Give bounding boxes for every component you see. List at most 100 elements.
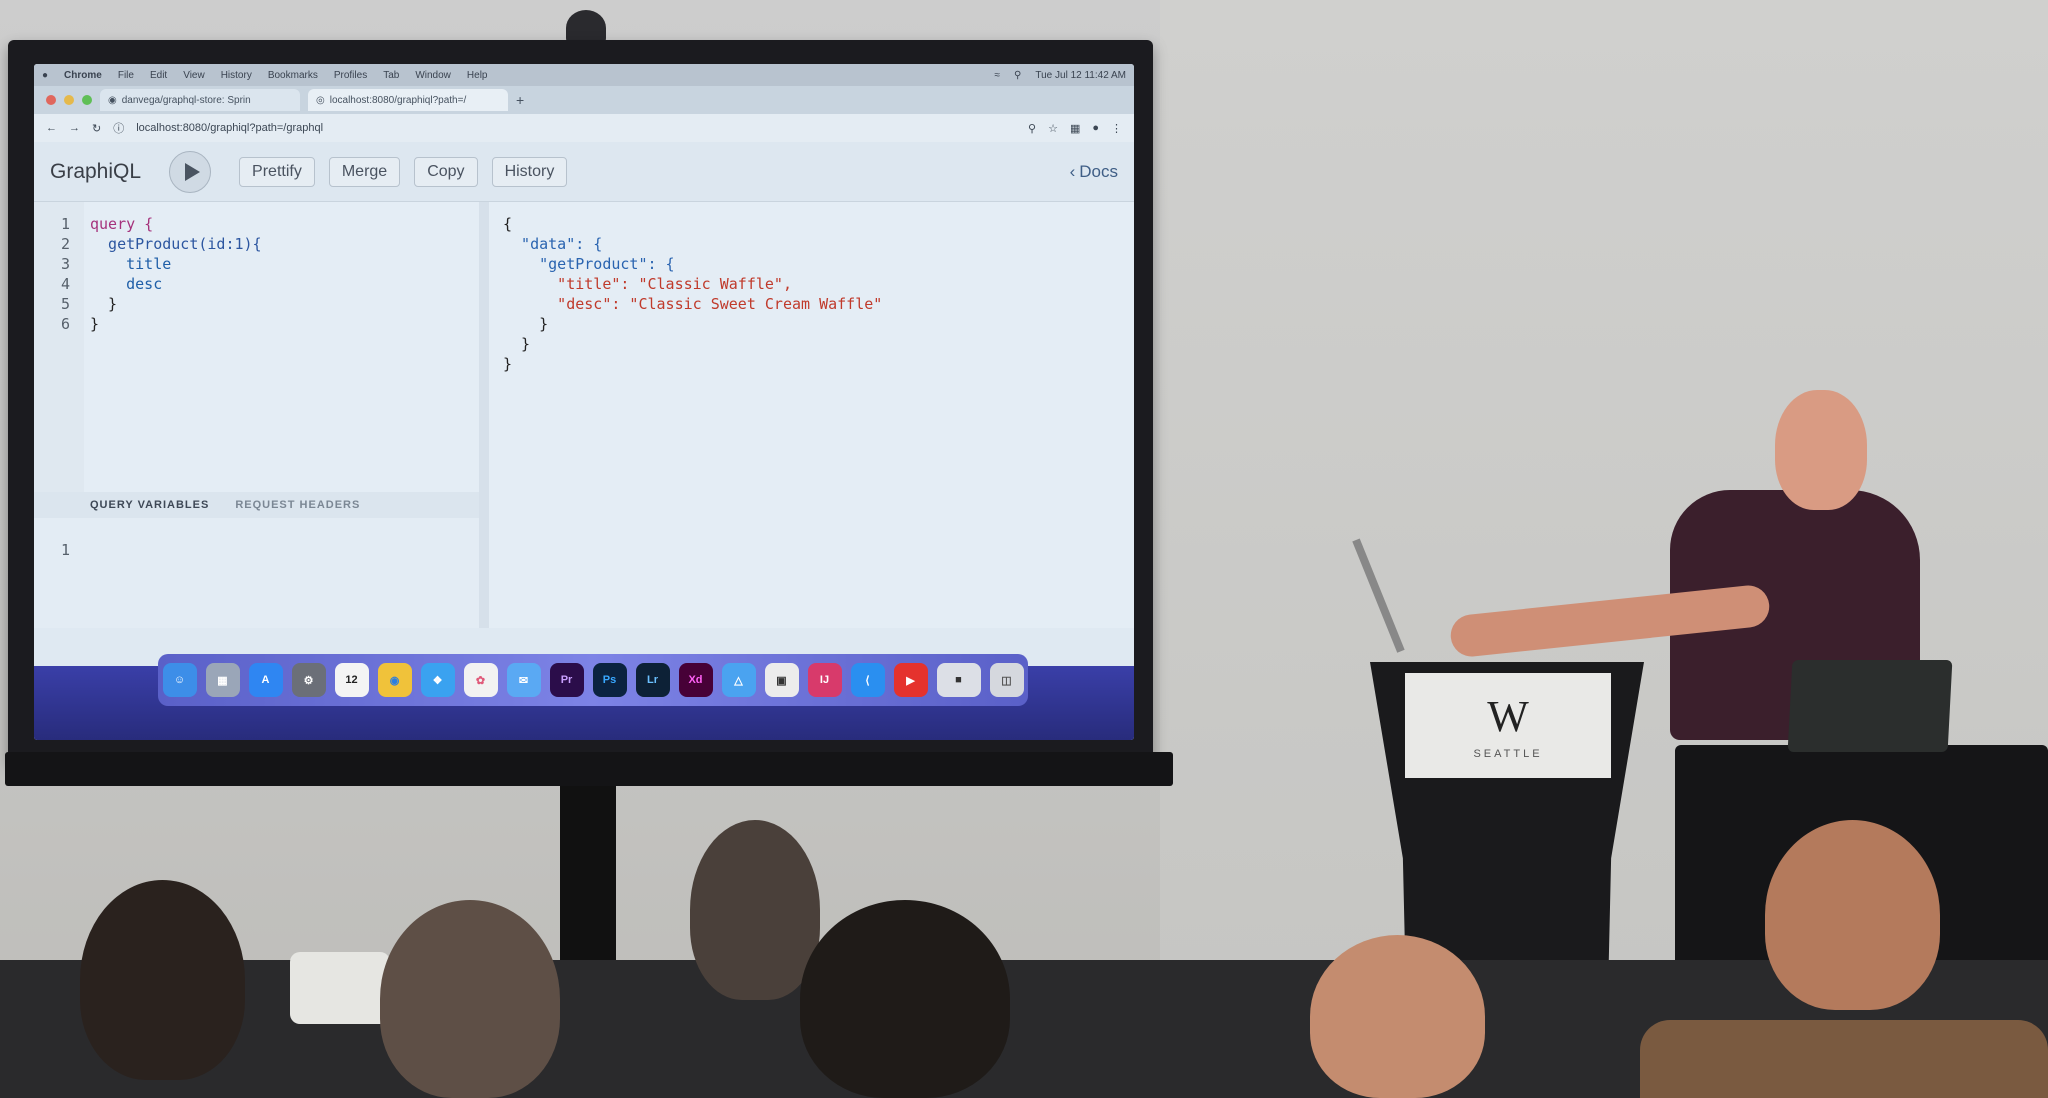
xd-icon[interactable]: Xd: [678, 663, 713, 697]
launchpad-icon[interactable]: ▦: [205, 663, 240, 697]
graphiql-logo: GraphiQL: [50, 159, 142, 183]
line-number: 1: [60, 215, 70, 233]
query-editor[interactable]: 1 2 3 4 5 6 query { getProduct(id:1){ ti…: [34, 202, 479, 492]
menu-clock[interactable]: Tue Jul 12 11:42 AM: [1035, 70, 1126, 81]
history-button[interactable]: History: [491, 156, 568, 187]
app-store-icon[interactable]: A: [248, 663, 283, 697]
menu-edit[interactable]: Edit: [150, 70, 167, 81]
mac-menu-bar: ● Chrome File Edit View History Bookmark…: [34, 64, 1134, 86]
preview-icon[interactable]: ■: [936, 663, 981, 697]
menu-bookmarks[interactable]: Bookmarks: [268, 70, 318, 81]
prettify-button[interactable]: Prettify: [239, 156, 315, 187]
menu-tab[interactable]: Tab: [383, 70, 399, 81]
query-line: }: [90, 295, 118, 313]
copy-button[interactable]: Copy: [414, 156, 478, 187]
premiere-icon[interactable]: Pr: [549, 663, 584, 697]
result-line: }: [503, 355, 513, 373]
podium-city: SEATTLE: [1473, 748, 1543, 760]
profile-avatar-icon[interactable]: ●: [1092, 122, 1099, 134]
tab-query-variables[interactable]: QUERY VARIABLES: [90, 499, 209, 511]
result-line: "getProduct": {: [503, 255, 675, 273]
tab-request-headers[interactable]: REQUEST HEADERS: [235, 499, 360, 511]
merge-button[interactable]: Merge: [328, 156, 401, 187]
projected-desktop: ● Chrome File Edit View History Bookmark…: [34, 64, 1134, 740]
safari-icon[interactable]: ❖: [420, 663, 455, 697]
result-line: }: [503, 315, 549, 333]
menu-help[interactable]: Help: [467, 70, 488, 81]
apple-icon[interactable]: ●: [42, 70, 48, 81]
result-line: }: [503, 335, 531, 353]
back-icon[interactable]: ←: [46, 122, 57, 134]
tab-label: danvega/graphql-store: Sprin: [121, 94, 251, 106]
keynote-icon[interactable]: △: [721, 663, 756, 697]
wifi-icon[interactable]: ≈: [995, 70, 1001, 81]
podium-sign: W SEATTLE: [1405, 673, 1611, 778]
new-tab-icon[interactable]: +: [516, 92, 524, 108]
photoshop-icon[interactable]: Ps: [592, 663, 627, 697]
chevron-left-icon: ‹: [1069, 161, 1076, 181]
audience-head: [80, 880, 245, 1080]
screen-bottom-bar: [5, 752, 1173, 786]
minimize-window-icon[interactable]: [64, 95, 74, 105]
result-line: {: [503, 215, 513, 233]
menu-file[interactable]: File: [118, 70, 134, 81]
mac-dock: ☺ ▦ A ⚙ 12 ◉ ❖ ✿ ✉ Pr Ps Lr Xd △ ▣ IJ ⟨ …: [158, 654, 1028, 706]
chrome-icon[interactable]: ◉: [377, 663, 412, 697]
vscode-icon[interactable]: ⟨: [850, 663, 885, 697]
run-query-button[interactable]: [169, 150, 212, 193]
close-window-icon[interactable]: [46, 95, 56, 105]
variables-tab-bar: QUERY VARIABLES REQUEST HEADERS: [34, 492, 479, 518]
calendar-icon[interactable]: 12: [334, 663, 369, 697]
globe-icon: ◎: [316, 94, 325, 106]
search-icon[interactable]: ⚲: [1014, 70, 1021, 81]
docs-button[interactable]: ‹ Docs: [1070, 162, 1118, 182]
menu-window[interactable]: Window: [415, 70, 451, 81]
intellij-icon[interactable]: IJ: [807, 663, 842, 697]
address-bar: ← → ↻ ⓘ localhost:8080/graphiql?path=/gr…: [34, 114, 1134, 142]
finder-icon[interactable]: ☺: [162, 663, 197, 697]
pane-divider[interactable]: [479, 202, 489, 628]
audience-head: [690, 820, 820, 1000]
youtube-icon[interactable]: ▶: [893, 663, 928, 697]
menu-app-name[interactable]: Chrome: [64, 70, 102, 81]
star-icon[interactable]: ☆: [1048, 122, 1058, 135]
variables-editor[interactable]: 1: [34, 518, 479, 628]
lightroom-icon[interactable]: Lr: [635, 663, 670, 697]
menu-profiles[interactable]: Profiles: [334, 70, 367, 81]
play-icon: [184, 162, 200, 181]
screenshot-icon[interactable]: ▣: [764, 663, 799, 697]
line-number: 3: [60, 255, 70, 273]
browser-tab[interactable]: ◉ danvega/graphql-store: Sprin: [100, 89, 300, 111]
line-number: 1: [60, 541, 70, 559]
system-preferences-icon[interactable]: ⚙: [291, 663, 326, 697]
info-icon[interactable]: ⓘ: [113, 120, 124, 136]
projector-device: [290, 952, 390, 1024]
audience-shoulders: [1640, 1020, 2048, 1098]
trash-icon[interactable]: ◫: [989, 663, 1024, 697]
extensions-icon[interactable]: ▦: [1070, 122, 1080, 135]
menu-view[interactable]: View: [183, 70, 205, 81]
mail-icon[interactable]: ✉: [506, 663, 541, 697]
result-line: "desc": "Classic Sweet Cream Waffle": [503, 295, 883, 313]
reload-icon[interactable]: ↻: [92, 122, 101, 135]
line-number: 2: [60, 235, 70, 253]
forward-icon[interactable]: →: [69, 122, 80, 134]
more-icon[interactable]: ⋮: [1111, 122, 1122, 135]
audience-head: [1310, 935, 1485, 1098]
menu-history[interactable]: History: [221, 70, 252, 81]
zoom-icon[interactable]: ⚲: [1028, 122, 1036, 135]
browser-tab-active[interactable]: ◎ localhost:8080/graphiql?path=/: [308, 89, 508, 111]
photos-icon[interactable]: ✿: [463, 663, 498, 697]
graphiql-toolbar: GraphiQL Prettify Merge Copy History ‹ D…: [34, 142, 1134, 202]
result-pane: { "data": { "getProduct": { "title": "Cl…: [489, 202, 1134, 628]
audience-head: [380, 900, 560, 1098]
line-number: 5: [60, 295, 70, 313]
result-line: "data": {: [503, 235, 603, 253]
query-line: title: [90, 255, 172, 273]
laptop: [1787, 660, 1953, 752]
zoom-window-icon[interactable]: [82, 95, 92, 105]
line-number: 4: [60, 275, 70, 293]
presenter-head: [1775, 390, 1867, 510]
url-field[interactable]: localhost:8080/graphiql?path=/graphql: [136, 122, 1016, 134]
audience-head: [1765, 820, 1940, 1010]
